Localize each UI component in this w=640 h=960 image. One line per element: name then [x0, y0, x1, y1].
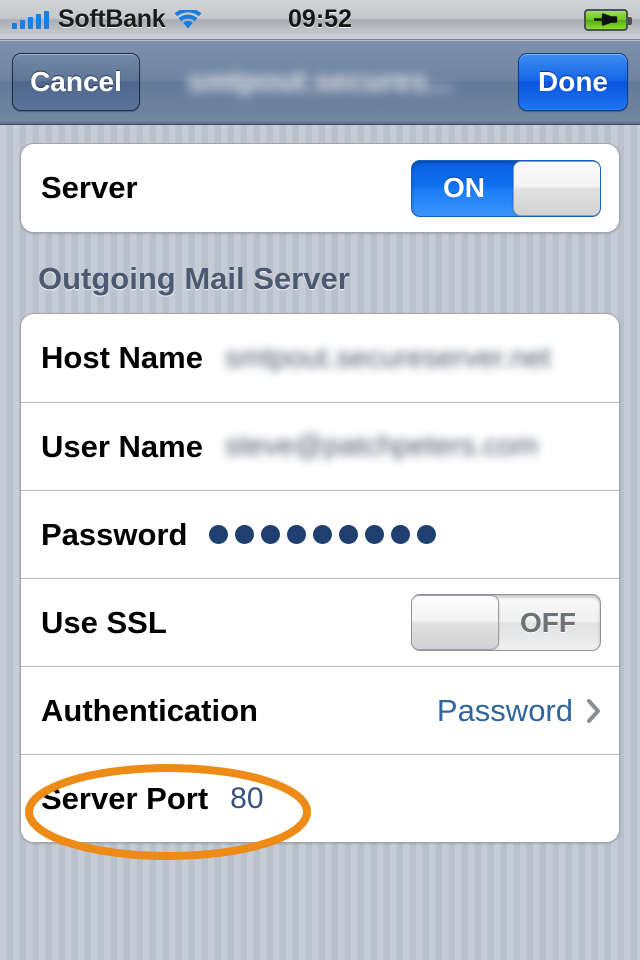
- status-bar: SoftBank 09:52: [0, 0, 640, 40]
- row-value-user-name[interactable]: steve@patchpeters.com: [225, 430, 538, 463]
- battery-charging-icon: [584, 8, 632, 31]
- clock-label: 09:52: [288, 5, 352, 33]
- password-dot: [339, 525, 359, 544]
- password-dot: [417, 525, 437, 544]
- row-value-server-port[interactable]: 80: [230, 782, 263, 816]
- server-toggle[interactable]: ON: [411, 159, 601, 217]
- password-dot: [365, 525, 385, 544]
- toggle-knob: [513, 160, 600, 216]
- section-header-outgoing: Outgoing Mail Server: [38, 261, 350, 296]
- server-card: Server ON: [20, 143, 620, 233]
- cancel-button[interactable]: Cancel: [12, 53, 140, 111]
- use-ssl-toggle[interactable]: OFF: [411, 594, 601, 651]
- password-dot: [313, 525, 333, 544]
- row-value-host-name[interactable]: smtpout.secureserver.net: [225, 342, 551, 375]
- chevron-right-icon: [587, 698, 601, 723]
- done-button[interactable]: Done: [518, 53, 628, 111]
- toggle-knob: [412, 595, 499, 650]
- password-dot: [287, 525, 307, 544]
- password-dot: [261, 525, 281, 544]
- row-label-password: Password: [41, 516, 188, 552]
- row-value-password-dots[interactable]: [209, 525, 437, 544]
- row-server-port[interactable]: Server Port 80: [21, 754, 619, 842]
- navigation-bar: Cancel smtpout.secures... Done: [0, 40, 640, 125]
- row-label-user-name: User Name: [41, 428, 203, 464]
- password-dot: [391, 525, 411, 544]
- row-label-host-name: Host Name: [41, 340, 203, 375]
- phone-screen: SoftBank 09:52 Cancel smtpout.secures...…: [0, 0, 640, 960]
- settings-content: Server ON Outgoing Mail Server Host Name…: [0, 125, 640, 843]
- server-toggle-label: ON: [443, 172, 485, 203]
- page-title: smtpout.secures...: [187, 65, 453, 98]
- outgoing-mail-card: Host Name smtpout.secureserver.net User …: [20, 313, 620, 843]
- row-authentication[interactable]: Authentication Password: [21, 666, 619, 754]
- row-use-ssl[interactable]: Use SSL OFF: [21, 578, 619, 666]
- use-ssl-toggle-label: OFF: [520, 606, 576, 638]
- row-value-authentication: Password: [436, 692, 573, 728]
- password-dot: [209, 525, 229, 544]
- row-label-server: Server: [41, 170, 138, 205]
- password-dot: [235, 525, 255, 544]
- row-host-name[interactable]: Host Name smtpout.secureserver.net: [21, 314, 619, 402]
- row-label-authentication: Authentication: [41, 692, 258, 728]
- row-label-use-ssl: Use SSL: [41, 604, 167, 640]
- row-user-name[interactable]: User Name steve@patchpeters.com: [21, 402, 619, 490]
- row-server[interactable]: Server ON: [21, 144, 619, 232]
- row-label-server-port: Server Port: [41, 780, 209, 816]
- row-password[interactable]: Password: [21, 490, 619, 578]
